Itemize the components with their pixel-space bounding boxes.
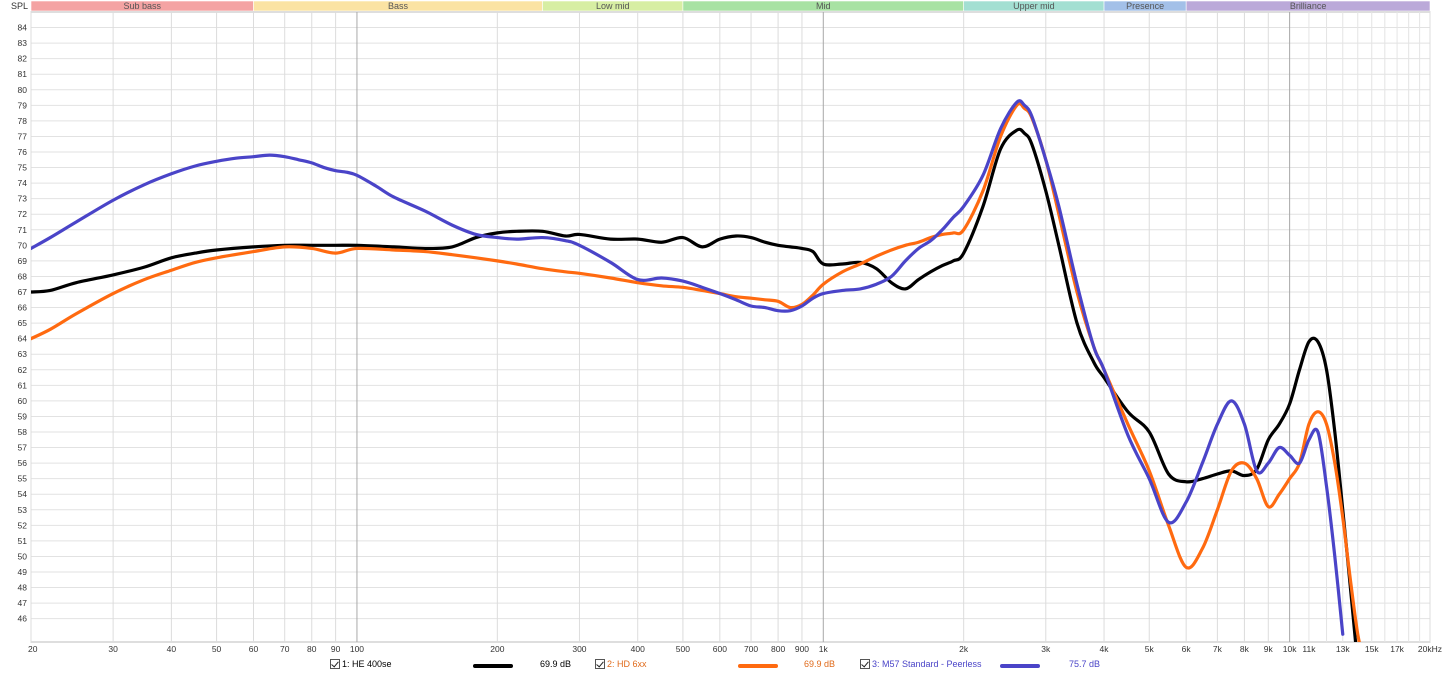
legend-label-2: 2: HD 6xx: [607, 659, 647, 669]
frequency-band-bar: Sub bass Bass Low mid Mid Upper mid Presence B…: [30, 0, 1431, 12]
y-tick-26: 72: [18, 209, 28, 219]
band-label-1: Bass: [388, 1, 409, 11]
x-tick-8: 100: [350, 644, 364, 654]
y-tick-11: 57: [18, 443, 28, 453]
y-tick-2: 48: [18, 583, 28, 593]
band-label-0: Sub bass: [123, 1, 161, 11]
legend-value-2: 69.9 dB: [804, 659, 836, 669]
y-tick-30: 76: [18, 147, 28, 157]
y-tick-5: 51: [18, 536, 28, 546]
y-tick-16: 62: [18, 365, 28, 375]
y-tick-28: 74: [18, 178, 28, 188]
y-tick-35: 81: [18, 69, 28, 79]
fr-chart: Sub bass Bass Low mid Mid Upper mid Presence B…: [11, 0, 1442, 654]
y-tick-19: 65: [18, 318, 28, 328]
y-tick-10: 56: [18, 458, 28, 468]
x-tick-16: 900: [795, 644, 809, 654]
y-tick-18: 64: [18, 334, 28, 344]
y-tick-14: 60: [18, 396, 28, 406]
legend-checkbox-3[interactable]: [860, 659, 870, 669]
legend: 1: HE 400se 69.9 dB 2: HD 6xx 69.9 dB 3: M57…: [0, 657, 1445, 675]
plot-frame: [30, 11, 1431, 643]
y-tick-38: 84: [18, 23, 28, 33]
y-tick-12: 58: [18, 427, 28, 437]
y-tick-17: 63: [18, 349, 28, 359]
y-tick-22: 68: [18, 271, 28, 281]
x-tick-10: 300: [572, 644, 586, 654]
y-tick-8: 54: [18, 489, 28, 499]
x-tick-1: 30: [108, 644, 118, 654]
x-tick-6: 80: [307, 644, 317, 654]
band-label-4: Upper mid: [1013, 1, 1055, 11]
x-tick-9: 200: [490, 644, 504, 654]
x-tick-labels: 20 30 40 50 60 70 80 90 100 200 300 400 500 600 700 800…: [28, 644, 1442, 654]
y-tick-25: 71: [18, 225, 28, 235]
x-tick-31: 20kHz: [1418, 644, 1442, 654]
y-tick-3: 49: [18, 567, 28, 577]
legend-checkbox-2[interactable]: [595, 659, 605, 669]
y-tick-21: 67: [18, 287, 28, 297]
x-tick-14: 700: [744, 644, 758, 654]
legend-value-1: 69.9 dB: [540, 659, 572, 669]
x-tick-20: 4k: [1100, 644, 1110, 654]
x-tick-24: 8k: [1240, 644, 1250, 654]
y-tick-31: 77: [18, 131, 28, 141]
x-tick-29: 15k: [1365, 644, 1379, 654]
x-tick-3: 50: [212, 644, 222, 654]
y-axis-label: SPL: [11, 1, 28, 11]
x-tick-26: 10k: [1283, 644, 1297, 654]
x-tick-4: 60: [249, 644, 259, 654]
x-tick-2: 40: [167, 644, 177, 654]
x-tick-27: 11k: [1302, 644, 1316, 654]
y-tick-36: 82: [18, 54, 28, 64]
legend-swatch-2: [738, 664, 778, 668]
legend-swatch-1: [473, 664, 513, 668]
x-tick-30: 17k: [1390, 644, 1404, 654]
x-tick-11: 400: [631, 644, 645, 654]
band-label-5: Presence: [1126, 1, 1164, 11]
y-tick-labels: 46 47 48 49 50 51 52 53 54 55 56 57 58 59 60 61 62 63 64 65…: [18, 23, 28, 624]
x-tick-12: 500: [676, 644, 690, 654]
x-tick-18: 2k: [959, 644, 969, 654]
x-tick-25: 9k: [1264, 644, 1274, 654]
frequency-response-graph: Sub bass Bass Low mid Mid Upper mid Presence B…: [0, 0, 1445, 676]
y-tick-20: 66: [18, 303, 28, 313]
legend-value-3: 75.7 dB: [1069, 659, 1101, 669]
x-tick-7: 90: [331, 644, 341, 654]
legend-checkbox-1[interactable]: [330, 659, 340, 669]
y-tick-32: 78: [18, 116, 28, 126]
y-tick-34: 80: [18, 85, 28, 95]
y-tick-13: 59: [18, 411, 28, 421]
y-tick-15: 61: [18, 380, 28, 390]
x-tick-19: 3k: [1041, 644, 1051, 654]
y-tick-27: 73: [18, 194, 28, 204]
x-tick-23: 7k: [1213, 644, 1223, 654]
band-label-6: Brilliance: [1290, 1, 1327, 11]
y-tick-4: 50: [18, 551, 28, 561]
band-label-3: Mid: [816, 1, 831, 11]
y-tick-0: 46: [18, 614, 28, 624]
y-tick-1: 47: [18, 598, 28, 608]
y-tick-37: 83: [18, 38, 28, 48]
x-tick-15: 800: [771, 644, 785, 654]
band-label-2: Low mid: [596, 1, 630, 11]
y-tick-9: 55: [18, 474, 28, 484]
x-tick-17: 1k: [819, 644, 829, 654]
y-tick-24: 70: [18, 240, 28, 250]
x-tick-13: 600: [713, 644, 727, 654]
y-tick-29: 75: [18, 163, 28, 173]
x-tick-5: 70: [280, 644, 290, 654]
legend-swatch-3: [1000, 664, 1040, 668]
y-tick-33: 79: [18, 100, 28, 110]
x-tick-28: 13k: [1336, 644, 1350, 654]
x-tick-22: 6k: [1182, 644, 1192, 654]
y-tick-7: 53: [18, 505, 28, 515]
legend-label-3: 3: M57 Standard - Peerless: [872, 659, 982, 669]
y-tick-23: 69: [18, 256, 28, 266]
x-tick-21: 5k: [1145, 644, 1155, 654]
x-tick-0: 20: [28, 644, 38, 654]
y-tick-6: 52: [18, 520, 28, 530]
legend-label-1: 1: HE 400se: [342, 659, 392, 669]
